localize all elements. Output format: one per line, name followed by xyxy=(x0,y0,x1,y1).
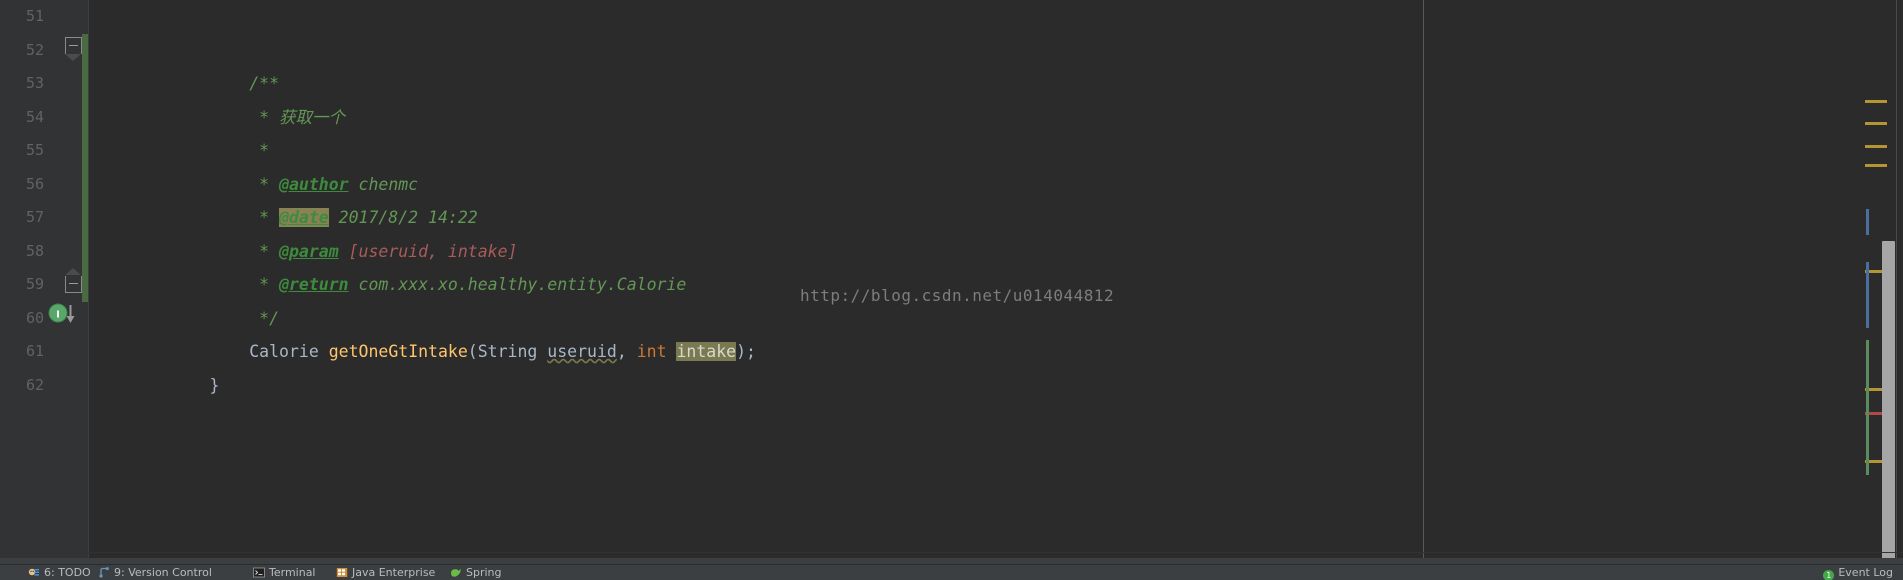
todo-icon xyxy=(28,567,40,578)
gutter-line[interactable]: 56 xyxy=(0,168,88,202)
vertical-scrollbar-thumb[interactable] xyxy=(1882,241,1895,559)
code-line-52[interactable]: /** xyxy=(89,34,1423,93)
line-number-51: 51 xyxy=(25,7,44,25)
editor-area[interactable]: 51 52 53 54 55 56 57 58 59 60 61 62 I /*… xyxy=(0,0,1903,564)
status-item-9-version-control[interactable]: 9: Version Control xyxy=(98,565,212,580)
event-log-label: Event Log xyxy=(1838,566,1893,579)
line-number-53: 53 xyxy=(25,74,44,92)
line-number-59: 59 xyxy=(25,275,44,293)
status-item-java-enterprise[interactable]: Java Enterprise xyxy=(336,565,435,580)
spring-icon xyxy=(450,567,462,578)
status-item-label: Terminal xyxy=(269,566,316,579)
code-line-53[interactable]: * 获取一个 xyxy=(89,67,1423,127)
line-number-55: 55 xyxy=(25,141,44,159)
watermark-url: http://blog.csdn.net/u014044812 xyxy=(800,286,1115,305)
gutter-line[interactable]: 54 xyxy=(0,101,88,135)
java-enterprise-icon xyxy=(336,567,348,578)
line-number-62: 62 xyxy=(25,375,44,394)
code-line-51[interactable] xyxy=(89,0,1423,34)
editor-gutter[interactable]: 51 52 53 54 55 56 57 58 59 60 61 62 xyxy=(0,0,89,564)
svg-text:I: I xyxy=(56,310,60,321)
code-line-58[interactable]: * @return com.xxx.xo.healthy.entity.Calo… xyxy=(89,235,1423,294)
error-stripe-bar-info[interactable] xyxy=(1866,209,1869,235)
version-control-icon xyxy=(98,567,110,578)
gutter-line[interactable]: 62 xyxy=(0,369,88,403)
line-number-52: 52 xyxy=(25,40,44,59)
code-line-61[interactable]: } xyxy=(89,335,1423,395)
status-item-label: 6: TODO xyxy=(44,566,91,579)
editor-right-pane[interactable] xyxy=(1424,0,1903,564)
gutter-line[interactable]: 51 xyxy=(0,0,88,34)
line-number-54: 54 xyxy=(25,107,44,126)
implemented-method-icon[interactable]: I xyxy=(48,303,82,325)
error-stripe-mark-warning[interactable] xyxy=(1865,164,1887,167)
gutter-line[interactable]: 53 xyxy=(0,67,88,101)
event-log-badge: 1 xyxy=(1823,570,1835,580)
gutter-line[interactable]: 61 xyxy=(0,335,88,369)
toolwindow-divider xyxy=(0,552,1903,553)
error-stripe-bar-info[interactable] xyxy=(1866,262,1869,328)
status-item-terminal[interactable]: Terminal xyxy=(253,565,316,580)
code-line-55[interactable]: * @author chenmc xyxy=(89,134,1423,194)
error-stripe-mark-warning[interactable] xyxy=(1865,145,1887,148)
status-item-label: Spring xyxy=(466,566,502,579)
code-line-62[interactable] xyxy=(89,369,1423,403)
code-line-54[interactable]: * xyxy=(89,101,1423,160)
gutter-line[interactable]: 57 xyxy=(0,201,88,235)
status-item-spring[interactable]: Spring xyxy=(450,565,502,580)
scrollbar-track-edge xyxy=(1896,0,1897,564)
status-item-6-todo[interactable]: 6: TODO xyxy=(28,565,91,580)
code-line-60[interactable]: Calorie getOneGtIntake(String useruid, i… xyxy=(89,302,1423,361)
line-number-57: 57 xyxy=(25,208,44,226)
gutter-line[interactable]: 55 xyxy=(0,134,88,168)
status-item-event-log[interactable]: 1 Event Log xyxy=(1823,565,1893,580)
fold-marker-end[interactable] xyxy=(65,268,82,293)
line-number-60: 60 xyxy=(25,308,44,327)
status-item-label: 9: Version Control xyxy=(114,566,212,579)
line-number-56: 56 xyxy=(25,174,44,193)
error-stripe-bar-added[interactable] xyxy=(1866,340,1869,475)
code-line-59[interactable]: */ xyxy=(89,268,1423,328)
line-number-58: 58 xyxy=(25,241,44,260)
code-line-56[interactable]: * @date 2017/8/2 14:22 xyxy=(89,168,1423,227)
error-stripe-mark-warning[interactable] xyxy=(1865,122,1887,125)
idea-editor-window: 51 52 53 54 55 56 57 58 59 60 61 62 I /*… xyxy=(0,0,1903,580)
fold-marker-start[interactable] xyxy=(65,37,82,61)
code-canvas[interactable]: /** * 获取一个 * * @author chenmc * @date 20… xyxy=(89,0,1423,564)
terminal-icon xyxy=(253,567,265,578)
code-line-57[interactable]: * @param [useruid, intake] xyxy=(89,201,1423,261)
error-stripe-mark-warning[interactable] xyxy=(1865,100,1887,103)
line-number-61: 61 xyxy=(25,342,44,360)
status-item-label: Java Enterprise xyxy=(352,566,436,579)
gutter-line[interactable]: 58 xyxy=(0,235,88,269)
status-bar[interactable]: 6: TODO 9: Version Control Terminal Java En… xyxy=(0,564,1903,580)
